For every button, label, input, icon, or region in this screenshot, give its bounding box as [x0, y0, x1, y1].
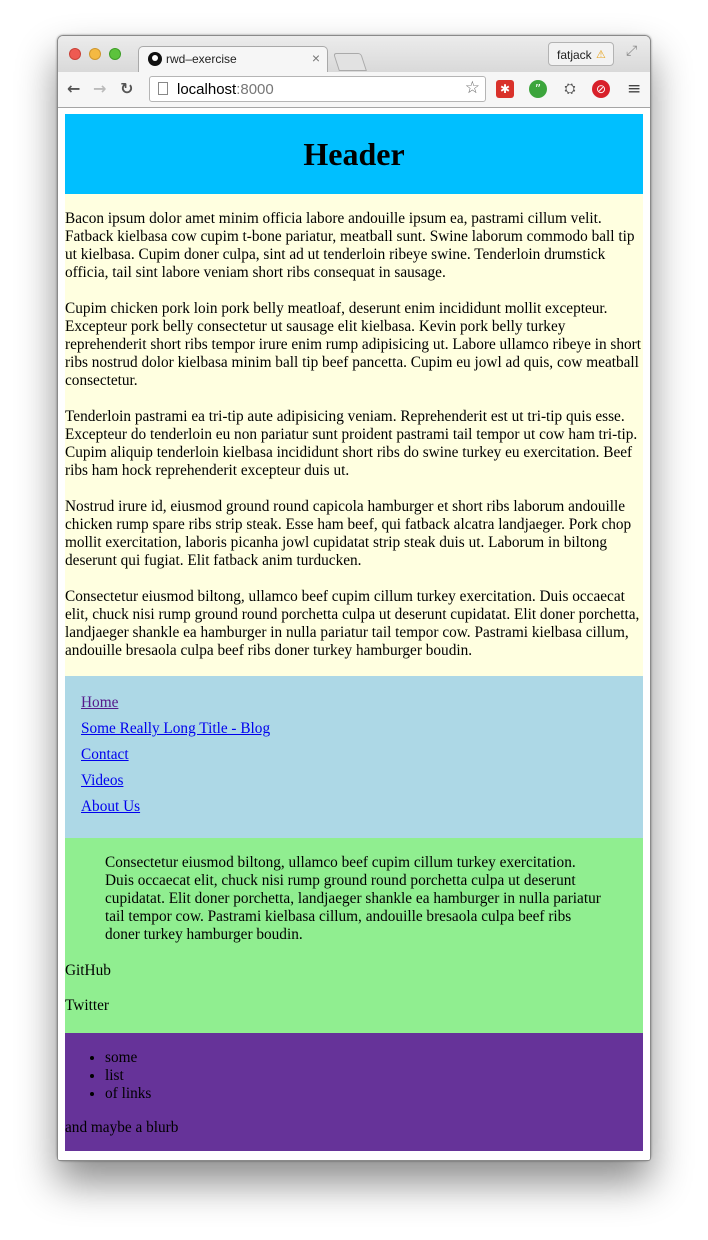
close-window-button[interactable] — [69, 48, 81, 60]
nav-link-videos[interactable]: Videos — [81, 772, 627, 790]
footer-list-item: list — [105, 1067, 643, 1085]
profile-button[interactable]: fatjack ⚠ — [548, 42, 614, 66]
minimize-window-button[interactable] — [89, 48, 101, 60]
site-footer: some list of links and maybe a blurb — [65, 1033, 643, 1151]
site-header: Header — [65, 114, 643, 194]
footer-list-item: of links — [105, 1085, 643, 1103]
browser-window: rwd–exercise × fatjack ⚠ ⤢ ← → ↻ localho… — [57, 35, 651, 1161]
main-paragraph: Consectetur eiusmod biltong, ullamco bee… — [65, 588, 640, 659]
warning-icon: ⚠ — [596, 49, 606, 61]
maximize-window-button[interactable] — [109, 48, 121, 60]
browser-tab[interactable]: rwd–exercise × — [138, 46, 328, 73]
main-paragraph: Nostrud irure id, eiusmod ground round c… — [65, 498, 632, 569]
site-nav: Home Some Really Long Title - Blog Conta… — [65, 676, 643, 838]
forward-arrow-icon[interactable]: → — [93, 79, 106, 98]
fullscreen-icon[interactable]: ⤢ — [626, 44, 637, 60]
extension-block-icon[interactable]: ⊘ — [592, 80, 610, 98]
url-port: :8000 — [236, 81, 274, 98]
nav-link-about[interactable]: About Us — [81, 798, 627, 816]
tab-close-icon[interactable]: × — [312, 50, 320, 66]
main-paragraph: Bacon ipsum dolor amet minim officia lab… — [65, 210, 635, 281]
main-paragraph: Tenderloin pastrami ea tri-tip aute adip… — [65, 408, 638, 479]
page-viewport: Header Bacon ipsum dolor amet minim offi… — [58, 108, 650, 1160]
main-paragraph: Cupim chicken pork loin pork belly meatl… — [65, 300, 642, 389]
footer-list-item: some — [105, 1049, 643, 1067]
footer-blurb: and maybe a blurb — [65, 1119, 179, 1136]
main-content: Bacon ipsum dolor amet minim officia lab… — [65, 194, 643, 676]
url-host: localhost — [177, 81, 237, 98]
header-title: Header — [303, 136, 405, 172]
aside-section: Consectetur eiusmod biltong, ullamco bee… — [65, 838, 643, 1033]
reload-icon[interactable]: ↻ — [120, 79, 133, 98]
profile-name: fatjack — [557, 48, 592, 62]
menu-icon[interactable]: ≡ — [627, 79, 641, 99]
back-arrow-icon[interactable]: ← — [67, 79, 80, 98]
nav-link-blog[interactable]: Some Really Long Title - Blog — [81, 720, 627, 738]
tab-title: rwd–exercise — [166, 52, 237, 66]
aside-twitter: Twitter — [65, 997, 109, 1014]
nav-link-home[interactable]: Home — [81, 694, 627, 712]
favicon-icon — [148, 52, 162, 66]
extension-chat-icon[interactable]: ” — [529, 80, 547, 98]
new-tab-button[interactable] — [333, 53, 367, 71]
url-text[interactable]: localhost:8000 — [177, 81, 274, 98]
footer-list: some list of links — [65, 1049, 643, 1103]
extension-shell-icon[interactable]: ⛭ — [561, 80, 579, 98]
page-content: Header Bacon ipsum dolor amet minim offi… — [65, 114, 643, 1151]
extension-red-icon[interactable]: ✱ — [496, 80, 514, 98]
browser-toolbar: ← → ↻ localhost:8000 ☆ ✱ ” ⛭ ⊘ ≡ — [58, 72, 650, 108]
address-bar[interactable]: localhost:8000 ☆ — [149, 76, 486, 102]
title-bar: rwd–exercise × fatjack ⚠ ⤢ — [58, 36, 650, 73]
nav-link-contact[interactable]: Contact — [81, 746, 627, 764]
page-icon — [158, 82, 168, 95]
aside-quote: Consectetur eiusmod biltong, ullamco bee… — [105, 854, 601, 943]
star-icon[interactable]: ☆ — [465, 78, 480, 98]
aside-github: GitHub — [65, 962, 111, 979]
